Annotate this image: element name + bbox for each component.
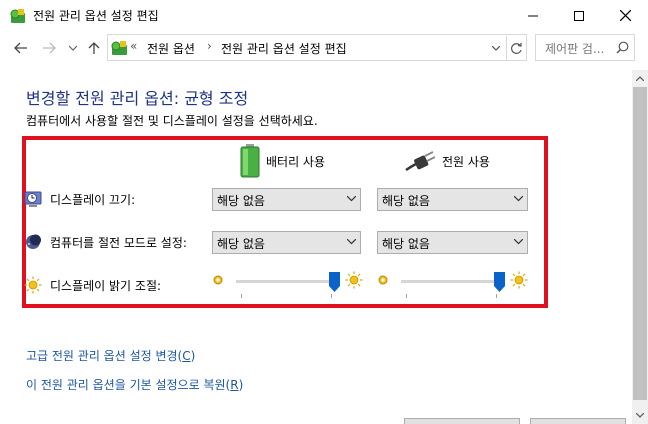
chevron-down-icon <box>514 196 523 202</box>
close-button[interactable] <box>602 0 648 31</box>
column-header-plugged: 전원 사용 <box>404 144 490 178</box>
breadcrumb-separator[interactable]: › <box>207 39 212 53</box>
select-value: 해당 없음 <box>382 237 430 251</box>
plugged-column-label: 전원 사용 <box>442 154 490 169</box>
sleep-text: 컴퓨터를 절전 모드로 설정: <box>50 235 187 250</box>
power-plan-window: 전원 관리 옵션 설정 편집 « 전원 옵션 › 전원 관리 옵션 설정 편집 … <box>0 0 648 424</box>
minimize-icon <box>528 15 538 16</box>
advanced-settings-link[interactable]: 고급 전원 관리 옵션 설정 변경(C) <box>26 347 195 364</box>
monitor-clock-icon <box>24 191 42 207</box>
slider-track <box>236 280 334 283</box>
sleep-battery-select[interactable]: 해당 없음 <box>212 231 361 254</box>
recent-locations-button[interactable] <box>64 39 82 57</box>
control-panel-icon <box>10 9 25 23</box>
scroll-thumb[interactable] <box>633 87 647 400</box>
display-off-battery-select[interactable]: 해당 없음 <box>212 188 361 211</box>
sun-brightness-icon <box>24 276 42 294</box>
cancel-button[interactable] <box>530 418 626 424</box>
title-bar: 전원 관리 옵션 설정 편집 <box>0 0 648 31</box>
forward-arrow-icon <box>43 42 56 54</box>
link-text: 이 전원 관리 옵션을 기본 설정으로 복원( <box>26 378 231 392</box>
vertical-scrollbar[interactable] <box>632 70 648 424</box>
breadcrumb-overflow[interactable]: « <box>130 39 137 53</box>
chevron-down-icon <box>347 196 356 202</box>
display-off-text: 디스플레이 끄기: <box>50 192 136 207</box>
back-button[interactable] <box>12 39 30 57</box>
chevron-down-icon <box>492 45 500 51</box>
sleep-plugged-select[interactable]: 해당 없음 <box>377 231 528 254</box>
search-placeholder: 제어판 검... <box>545 42 605 56</box>
breadcrumb-power-options[interactable]: 전원 옵션 <box>147 40 195 57</box>
breadcrumb-edit-plan[interactable]: 전원 관리 옵션 설정 편집 <box>221 40 347 57</box>
chevron-down-icon <box>347 239 356 245</box>
search-icon[interactable] <box>616 41 629 54</box>
forward-button[interactable] <box>40 39 58 57</box>
back-arrow-icon <box>14 42 27 54</box>
battery-icon <box>240 144 260 178</box>
select-value: 해당 없음 <box>382 194 430 208</box>
dim-sun-icon <box>378 275 388 285</box>
brightness-text: 디스플레이 밝기 조절: <box>50 278 162 293</box>
refresh-button[interactable] <box>506 36 526 60</box>
control-panel-icon <box>111 41 127 55</box>
chevron-up-icon <box>636 76 644 81</box>
bright-sun-icon <box>510 271 528 289</box>
slider-track <box>401 280 499 283</box>
minimize-button[interactable] <box>510 0 556 31</box>
address-bar[interactable]: « 전원 옵션 › 전원 관리 옵션 설정 편집 <box>107 34 527 61</box>
link-accesskey: R <box>230 378 239 392</box>
page-title: 변경할 전원 관리 옵션: 균형 조정 <box>26 89 249 108</box>
column-header-battery: 배터리 사용 <box>240 144 325 178</box>
link-text-end: ) <box>238 378 244 392</box>
select-value: 해당 없음 <box>217 194 265 208</box>
moon-sleep-icon <box>26 234 41 249</box>
display-off-plugged-select[interactable]: 해당 없음 <box>377 188 528 211</box>
slider-tick <box>331 294 332 298</box>
window-title: 전원 관리 옵션 설정 편집 <box>33 9 159 23</box>
maximize-icon <box>574 10 584 21</box>
dim-sun-icon <box>213 275 223 285</box>
address-dropdown-button[interactable] <box>488 38 504 58</box>
power-plug-icon <box>405 151 436 172</box>
chevron-down-icon <box>514 239 523 245</box>
link-accesskey: C <box>182 349 191 363</box>
slider-tick <box>406 294 407 298</box>
brightness-label: 디스플레이 밝기 조절: <box>24 276 161 294</box>
restore-defaults-link[interactable]: 이 전원 관리 옵션을 기본 설정으로 복원(R) <box>26 376 243 393</box>
close-icon <box>619 10 631 21</box>
page-description: 컴퓨터에서 사용할 절전 및 디스플레이 설정을 선택하세요. <box>26 114 318 128</box>
save-changes-button[interactable] <box>404 418 520 424</box>
scroll-down-button[interactable] <box>632 407 648 424</box>
brightness-battery-slider[interactable] <box>212 270 364 298</box>
up-arrow-icon <box>88 42 100 54</box>
refresh-icon <box>511 42 522 54</box>
battery-column-label: 배터리 사용 <box>266 154 326 169</box>
select-value: 해당 없음 <box>217 237 265 251</box>
search-box[interactable]: 제어판 검... <box>535 34 635 61</box>
chevron-down-icon <box>636 413 644 418</box>
slider-tick <box>496 294 497 298</box>
link-text: 고급 전원 관리 옵션 설정 변경( <box>26 349 183 363</box>
brightness-plugged-slider[interactable] <box>377 270 529 298</box>
sleep-label: 컴퓨터를 절전 모드로 설정: <box>24 233 187 251</box>
slider-thumb[interactable] <box>493 272 505 292</box>
up-button[interactable] <box>85 39 103 57</box>
scroll-up-button[interactable] <box>632 70 648 87</box>
chevron-down-icon <box>69 45 77 51</box>
link-text-end: ) <box>190 349 196 363</box>
slider-tick <box>241 294 242 298</box>
display-off-label: 디스플레이 끄기: <box>24 190 135 208</box>
slider-thumb[interactable] <box>328 272 340 292</box>
content-pane: 변경할 전원 관리 옵션: 균형 조정 컴퓨터에서 사용할 절전 및 디스플레이… <box>0 70 632 424</box>
bright-sun-icon <box>345 271 363 289</box>
maximize-button[interactable] <box>556 0 602 31</box>
